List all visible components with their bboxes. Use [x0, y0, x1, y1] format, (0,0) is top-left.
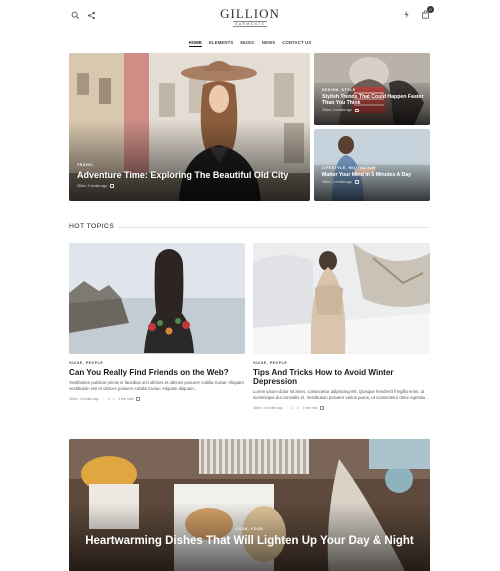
comment-icon[interactable]	[109, 184, 114, 188]
cart-count-badge: 0	[427, 6, 434, 13]
logo-tagline: GARMENTS	[232, 21, 268, 27]
main-nav: HOME ELEMENTS MUSIC NEWS CONTACT US	[0, 40, 500, 47]
hero-side-post-1[interactable]: DESIGN, STYLE Stylish Trends That Could …	[314, 53, 430, 125]
read-time: 2 min read	[118, 396, 134, 401]
comment-icon[interactable]	[136, 397, 141, 401]
card1-photo	[69, 243, 245, 354]
post-category[interactable]: GUIDE, PEOPLE	[253, 361, 431, 365]
comment-count: 0	[107, 396, 110, 401]
post-meta: Gillion, 3 months ago	[322, 108, 352, 113]
comment-icon[interactable]	[354, 108, 359, 113]
post-title[interactable]: Heartwarming Dishes That Will Lighten Up…	[69, 535, 430, 548]
header-right-icons: 0	[402, 6, 434, 19]
section-divider	[118, 227, 429, 228]
post-title[interactable]: Tips And Tricks How to Avoid Winter Depr…	[253, 368, 431, 386]
site-header: GILLION GARMENTS 0	[0, 0, 500, 34]
post-title[interactable]: Adventure Time: Exploring The Beautiful …	[77, 170, 302, 180]
lightning-icon[interactable]	[402, 10, 411, 19]
heart-icon[interactable]: ♡	[102, 397, 105, 401]
clock-icon: ◷	[112, 396, 116, 401]
hero-side1-caption: DESIGN, STYLE Stylish Trends That Could …	[322, 88, 426, 112]
hero-main-caption: TRAVEL Adventure Time: Exploring The Bea…	[77, 163, 302, 188]
post-title[interactable]: Matter Your Mind In 5 Minutes A Day	[322, 172, 426, 178]
nav-item-contact[interactable]: CONTACT US	[282, 40, 311, 47]
post-category[interactable]: GUIDE, PEOPLE	[69, 361, 247, 365]
post-meta: Gillion, 3 months ago	[322, 180, 352, 185]
post-card-image[interactable]	[253, 243, 430, 354]
post-excerpt: Lorem ipsum dolor sit amet, consectetur …	[253, 389, 429, 401]
hero-main-post[interactable]: TRAVEL Adventure Time: Exploring The Bea…	[69, 53, 310, 201]
post-meta: Gillion, 3 months ago	[253, 406, 283, 410]
post-meta: Gillion, 3 months ago	[69, 396, 99, 401]
post-excerpt: Vestibulum pulvinar primis in faucibus o…	[69, 380, 244, 391]
post-category[interactable]: COOK, FOOD	[69, 527, 430, 531]
post-card-image[interactable]	[69, 243, 245, 354]
post-category[interactable]: TRAVEL	[77, 163, 302, 167]
nav-item-home[interactable]: HOME	[188, 40, 202, 47]
post-meta: Gillion, 3 months ago	[77, 184, 107, 188]
post-card: GUIDE, PEOPLE Can You Really Find Friend…	[69, 361, 247, 401]
nav-item-music[interactable]: MUSIC	[240, 40, 255, 47]
section-title: HOT TOPICS	[69, 223, 115, 230]
heart-icon[interactable]: ♡	[286, 406, 289, 410]
read-time: 2 min read	[302, 406, 318, 410]
comment-count: 1	[291, 406, 294, 410]
card2-photo	[253, 243, 430, 354]
featured-caption: COOK, FOOD Heartwarming Dishes That Will…	[69, 527, 430, 548]
post-title[interactable]: Stylish Trends That Could Happen Faster …	[322, 94, 426, 106]
featured-post[interactable]	[69, 439, 430, 571]
hero-side-post-2[interactable]: LIFESTYLE, MOTIVATION Matter Your Mind I…	[314, 129, 430, 201]
comment-icon[interactable]	[354, 180, 359, 184]
shopping-bag-icon[interactable]: 0	[421, 6, 434, 19]
comment-icon[interactable]	[320, 406, 325, 410]
nav-item-elements[interactable]: ELEMENTS	[209, 40, 233, 47]
hero-side2-caption: LIFESTYLE, MOTIVATION Matter Your Mind I…	[322, 166, 426, 184]
post-card: GUIDE, PEOPLE Tips And Tricks How to Avo…	[253, 361, 431, 410]
post-category[interactable]: DESIGN, STYLE	[322, 88, 426, 92]
post-category[interactable]: LIFESTYLE, MOTIVATION	[322, 166, 426, 170]
clock-icon: ◷	[296, 406, 300, 410]
nav-item-news[interactable]: NEWS	[262, 40, 275, 47]
post-title[interactable]: Can You Really Find Friends on the Web?	[69, 368, 247, 377]
